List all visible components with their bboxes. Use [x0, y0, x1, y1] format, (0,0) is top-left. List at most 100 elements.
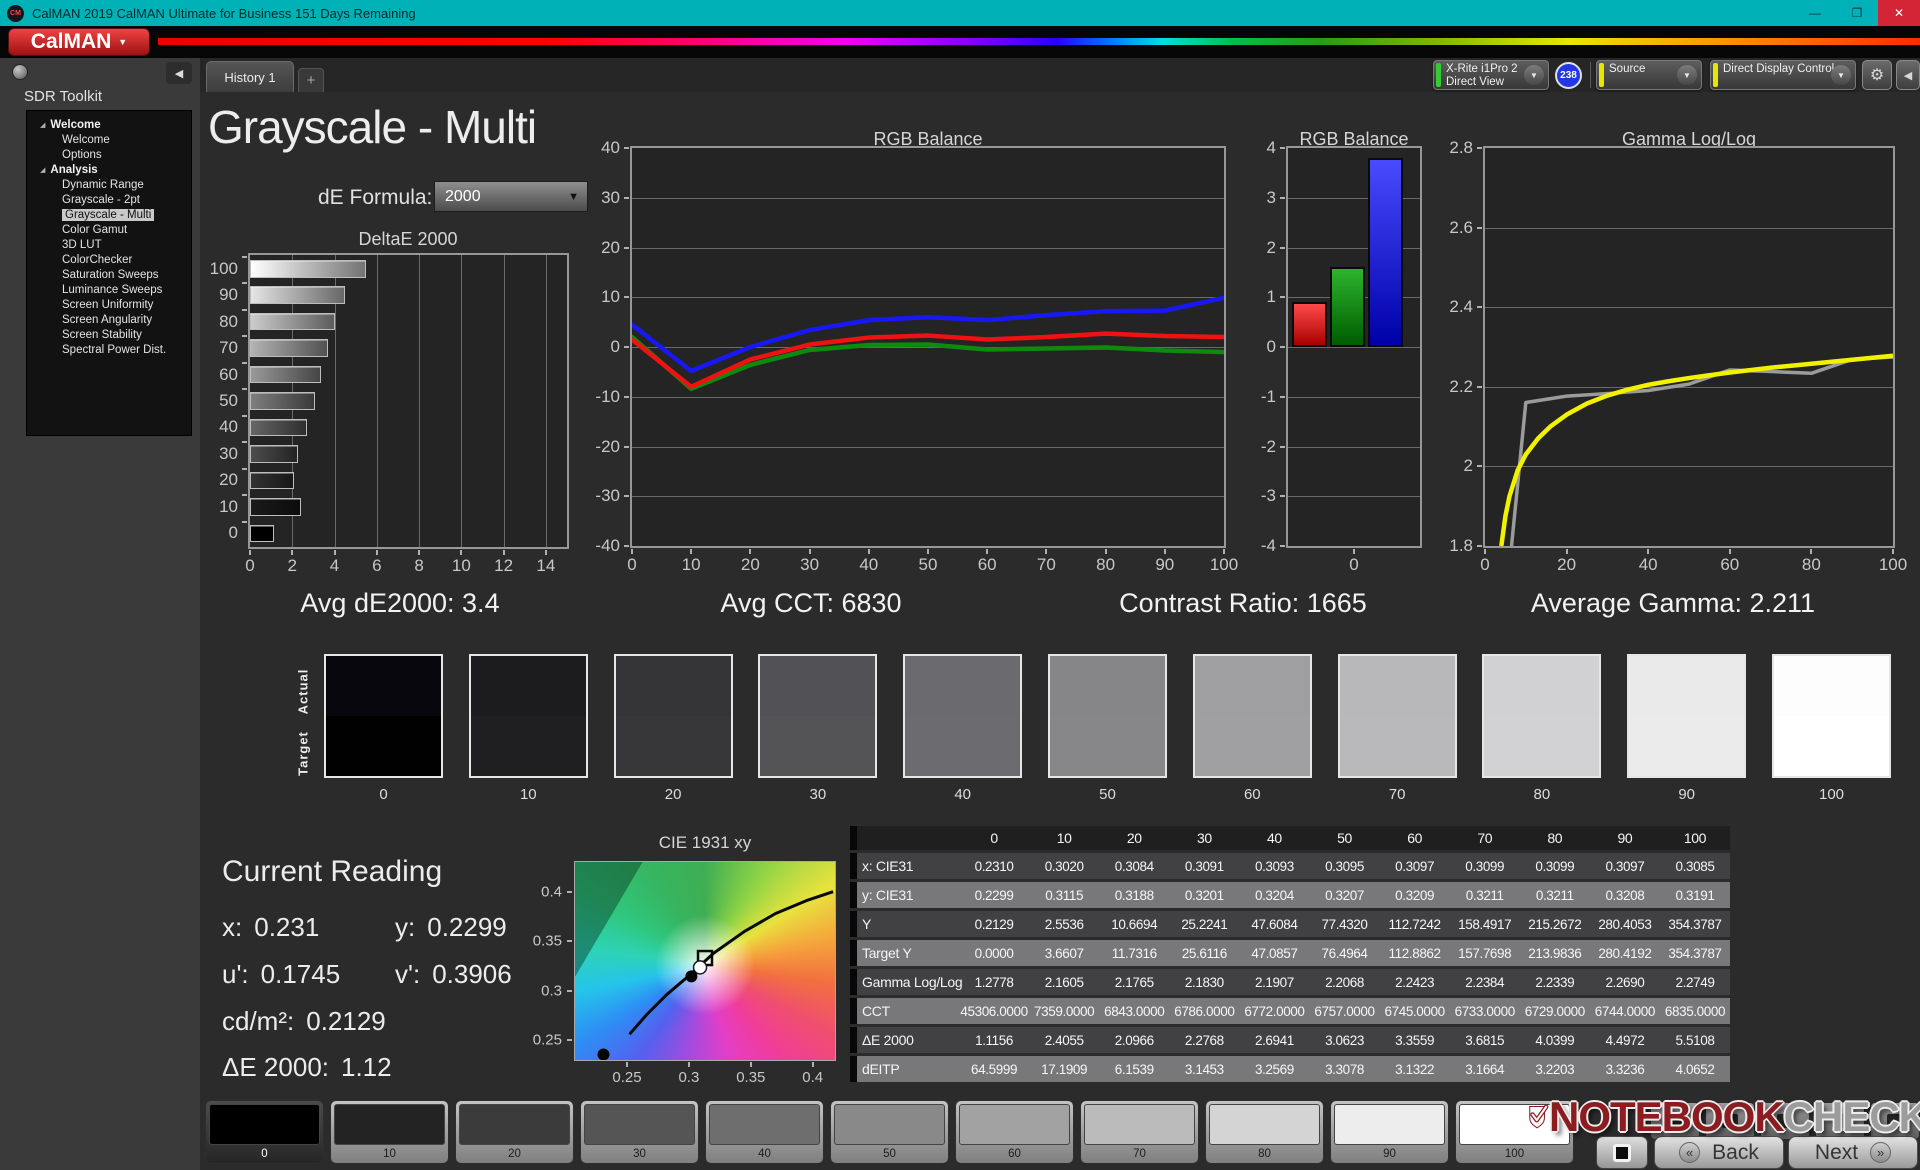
y-tick-label: 2.8 [1449, 138, 1473, 157]
meter-dropdown[interactable]: X-Rite i1Pro 2 Direct View ▼ [1433, 60, 1549, 90]
measurement-table: 0 10 20 30 40 50 60 70 80 90 100 x: CIE31 0.2310 0.30… [850, 826, 1730, 1085]
add-tab-button[interactable]: + [298, 68, 324, 92]
x-tick-label: 30 [800, 555, 820, 574]
maximize-button[interactable]: ❐ [1836, 0, 1878, 26]
pattern-patch-90[interactable]: 90 [1330, 1100, 1449, 1164]
y-tick-mark [624, 246, 629, 249]
sidebar-item-saturation-sweeps[interactable]: Saturation Sweeps [27, 267, 191, 282]
pattern-patch-30[interactable]: 30 [580, 1100, 699, 1164]
sidebar-item-welcome[interactable]: Welcome [27, 132, 191, 147]
x-tick-mark [1892, 549, 1894, 554]
swatch-row-label-target: Target [295, 731, 311, 776]
settings-button[interactable]: ⚙ [1862, 60, 1892, 90]
expander-icon[interactable]: ◢ [40, 121, 45, 129]
table-cell: 215.2672 [1528, 916, 1582, 932]
meter-count-badge[interactable]: 238 [1555, 62, 1582, 89]
sidebar-collapse-button[interactable]: ◀ [166, 62, 192, 84]
table-cell: 3.2569 [1254, 1061, 1294, 1077]
y-tick-label: 30 [601, 187, 620, 207]
table-cell: 64.5999 [971, 1061, 1018, 1077]
table-row-y: Y 0.2129 2.5536 10.6694 25.2241 47.6084 77.432… [850, 911, 1730, 937]
sidebar-item-grayscale-2pt[interactable]: Grayscale - 2pt [27, 192, 191, 207]
swatch-level-label: 0 [379, 786, 388, 803]
sidebar-pin-button[interactable] [12, 64, 28, 80]
gridline [1288, 446, 1420, 448]
tab-history-1[interactable]: History 1 [206, 61, 294, 92]
pattern-patch-70[interactable]: 70 [1080, 1100, 1199, 1164]
y-tick-mark [624, 346, 629, 348]
cie-1931-chart [575, 862, 835, 1060]
chevron-left-icon: ◀ [1903, 69, 1913, 82]
table-column-header: 20 [1126, 830, 1142, 846]
patch-label: 10 [383, 1148, 396, 1160]
sidebar-group-welcome[interactable]: ◢ Welcome [27, 117, 191, 132]
workflow-tree: ◢ Welcome Welcome Options ◢ Analysis Dynamic R… [26, 110, 192, 436]
sidebar-item-color-gamut[interactable]: Color Gamut [27, 222, 191, 237]
patch-label: 90 [1383, 1148, 1396, 1160]
deltae-category-label: 50 [219, 391, 238, 410]
y-tick-mark [567, 940, 572, 943]
sidebar-item-screen-angularity[interactable]: Screen Angularity [27, 312, 191, 327]
pattern-patch-10[interactable]: 10 [330, 1100, 449, 1164]
deltae-bar-20 [250, 471, 295, 490]
sidebar-item-label: Grayscale - Multi [62, 208, 155, 221]
patch-swatch [209, 1104, 320, 1145]
display-control-dropdown[interactable]: Direct Display Control ▼ [1710, 60, 1856, 90]
sidebar-item-options[interactable]: Options [27, 147, 191, 162]
table-cell: 2.2068 [1325, 974, 1364, 990]
de-formula-dropdown[interactable]: 2000 ▼ [434, 181, 588, 212]
pattern-patch-0[interactable]: 0 [205, 1100, 324, 1164]
deltae-category-label: 80 [219, 311, 238, 331]
expander-icon[interactable]: ◢ [40, 166, 45, 174]
source-dropdown[interactable]: Source ▼ [1596, 60, 1702, 90]
notebookcheck-shield-icon [1529, 1104, 1549, 1129]
swatch-actual [905, 656, 1021, 716]
x-tick-label: 0 [1480, 555, 1490, 574]
swatch-target [1194, 716, 1310, 776]
sidebar-item-colorchecker[interactable]: ColorChecker [27, 252, 191, 267]
y-tick-label: -1 [1260, 386, 1276, 406]
sidebar-item-dynamic-range[interactable]: Dynamic Range [27, 177, 191, 192]
table-row-label: x: CIE31 [862, 858, 914, 874]
y-tick-mark [242, 308, 247, 311]
sidebar-item-spectral-power-dist[interactable]: Spectral Power Dist. [27, 342, 191, 357]
table-cell: 354.3787 [1668, 916, 1722, 932]
pattern-patch-20[interactable]: 20 [455, 1100, 574, 1164]
minimize-button[interactable]: — [1794, 0, 1836, 26]
sidebar-item-screen-stability[interactable]: Screen Stability [27, 327, 191, 342]
close-button[interactable]: ✕ [1878, 0, 1920, 26]
table-cell: 10.6694 [1111, 916, 1158, 932]
pattern-patch-80[interactable]: 80 [1205, 1100, 1324, 1164]
pattern-patch-40[interactable]: 40 [705, 1100, 824, 1164]
cie-overlay [597, 890, 834, 1060]
table-cell: 112.8862 [1388, 945, 1442, 961]
sidebar-item-luminance-sweeps[interactable]: Luminance Sweeps [27, 282, 191, 297]
table-cell: 2.2384 [1465, 974, 1505, 990]
panel-collapse-button[interactable]: ◀ [1896, 60, 1920, 90]
table-cell: 0.2129 [974, 916, 1014, 932]
x-tick-mark [749, 1062, 752, 1067]
x-tick-mark [1565, 549, 1568, 554]
sidebar-item-3d-lut[interactable]: 3D LUT [27, 237, 191, 252]
page-title: Grayscale - Multi [208, 101, 537, 153]
sidebar-item-screen-uniformity[interactable]: Screen Uniformity [27, 297, 191, 312]
sidebar-item-grayscale-multi[interactable]: Grayscale - Multi [27, 207, 191, 222]
pattern-patch-50[interactable]: 50 [830, 1100, 949, 1164]
sidebar-group-analysis[interactable]: ◢ Analysis [27, 162, 191, 177]
y-tick-mark [567, 1039, 572, 1042]
deltae-category-label: 100 [209, 258, 238, 278]
y-tick-mark [1280, 445, 1285, 448]
y-tick-label: 1 [1266, 287, 1276, 307]
y-tick-mark [567, 890, 572, 893]
x-tick-label: 0 [627, 555, 637, 574]
table-cell: 3.6815 [1465, 1032, 1505, 1048]
x-tick-mark [631, 549, 633, 554]
table-cell: 7359.0000 [1034, 1003, 1095, 1019]
rgb-bar-blue [1368, 157, 1403, 347]
calman-logo-button[interactable]: CalMAN ▼ [8, 28, 150, 56]
y-tick-label: 2.6 [1449, 217, 1473, 237]
table-cell: 157.7698 [1458, 945, 1512, 961]
pattern-patch-60[interactable]: 60 [955, 1100, 1074, 1164]
x-tick-label: 40 [859, 555, 879, 574]
x-tick-mark [502, 550, 505, 555]
